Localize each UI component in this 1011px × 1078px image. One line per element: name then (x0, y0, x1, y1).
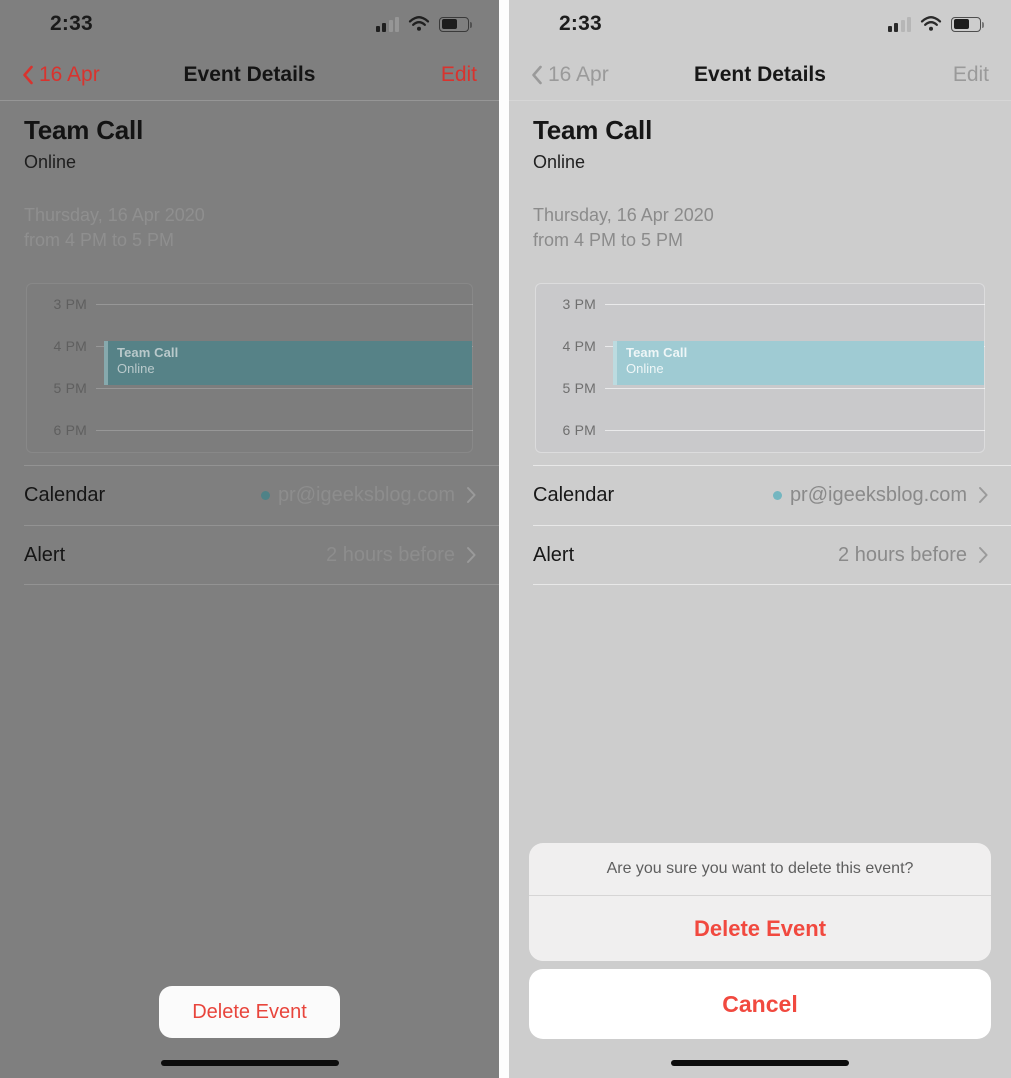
detail-rows-left: Calendar pr@igeeksblog.com Alert 2 hours… (0, 465, 499, 585)
chevron-right-icon (979, 547, 988, 563)
row-alert[interactable]: Alert 2 hours before (509, 525, 1011, 585)
detail-rows-right: Calendar pr@igeeksblog.com Alert 2 hours… (509, 465, 1011, 585)
page-title: Event Details (183, 62, 316, 86)
row-value-group: 2 hours before (326, 544, 477, 567)
timeline-gridline (96, 429, 473, 431)
event-datetime: Thursday, 16 Apr 2020 from 4 PM to 5 PM (533, 203, 1011, 253)
battery-icon (439, 16, 473, 32)
timeline-event-block[interactable]: Team Call Online (104, 341, 472, 385)
status-bar-time: 2:33 (559, 12, 602, 35)
confirm-delete-event-button[interactable]: Delete Event (529, 896, 991, 961)
mini-timeline[interactable]: 3 PM 4 PM 5 PM 6 PM Team Call Online (26, 283, 473, 453)
row-label: Alert (24, 543, 66, 566)
timeline-event-subtitle: Online (626, 361, 664, 376)
event-details-content-left: Team Call Online Thursday, 16 Apr 2020 f… (0, 101, 499, 585)
timeline-hour-label: 6 PM (562, 422, 596, 438)
timeline-gridline (605, 387, 985, 389)
calendar-color-dot-icon (772, 490, 782, 500)
cancel-button[interactable]: Cancel (529, 969, 991, 1039)
cellular-bars-icon (887, 16, 911, 32)
panel-divider (499, 0, 509, 1078)
event-location: Online (24, 152, 77, 172)
status-bar-indicators (375, 16, 473, 32)
row-value: pr@igeeksblog.com (789, 483, 967, 506)
row-value: 2 hours before (838, 543, 967, 566)
phone-screen-left: 2:33 16 Apr Event Details Edit Team Call… (0, 0, 499, 1078)
event-time-line: from 4 PM to 5 PM (24, 230, 175, 250)
navigation-bar-left: 16 Apr Event Details Edit (0, 48, 499, 101)
event-date-line: Thursday, 16 Apr 2020 (533, 205, 714, 225)
timeline-hour-label: 4 PM (53, 338, 87, 354)
row-label: Calendar (533, 483, 615, 506)
event-title: Team Call (533, 115, 653, 145)
row-calendar[interactable]: Calendar pr@igeeksblog.com (509, 465, 1011, 525)
wifi-icon (408, 16, 430, 31)
timeline-event-block[interactable]: Team Call Online (613, 341, 984, 385)
status-bar-right: 2:33 (509, 0, 1011, 48)
chevron-right-icon (979, 487, 988, 503)
event-details-content-right: Team Call Online Thursday, 16 Apr 2020 f… (509, 101, 1011, 585)
timeline-gridline (605, 303, 985, 305)
timeline-event-title: Team Call (626, 345, 688, 360)
timeline-hour-label: 5 PM (562, 380, 596, 396)
timeline-row: 6 PM (26, 409, 473, 451)
calendar-color-dot-icon (260, 490, 270, 500)
home-indicator[interactable] (160, 1060, 339, 1066)
row-value-group: pr@igeeksblog.com (260, 483, 477, 507)
row-value: pr@igeeksblog.com (277, 483, 455, 506)
timeline-row: 3 PM (535, 283, 985, 325)
timeline-hour-label: 3 PM (562, 296, 596, 312)
delete-event-button[interactable]: Delete Event (159, 986, 340, 1038)
timeline-row: 3 PM (26, 283, 473, 325)
chevron-right-icon (467, 547, 476, 563)
action-sheet-message: Are you sure you want to delete this eve… (529, 843, 991, 896)
timeline-row: 6 PM (535, 409, 985, 451)
timeline-event-subtitle: Online (117, 361, 155, 376)
row-value-group: 2 hours before (838, 544, 989, 567)
row-alert[interactable]: Alert 2 hours before (0, 525, 499, 585)
status-bar-time: 2:33 (50, 12, 93, 35)
status-bar-left: 2:33 (0, 0, 499, 48)
timeline-hour-label: 4 PM (562, 338, 596, 354)
battery-icon (951, 16, 985, 32)
screenshot-stage: 2:33 16 Apr Event Details Edit Team Call… (0, 0, 1011, 1078)
timeline-hour-label: 6 PM (53, 422, 87, 438)
row-label: Calendar (24, 483, 106, 506)
home-indicator[interactable] (671, 1060, 849, 1066)
event-title: Team Call (24, 115, 144, 145)
timeline-gridline (605, 429, 985, 431)
phone-screen-right: 2:33 16 Apr Event Details Edit Team Call… (509, 0, 1011, 1078)
navigation-bar-right: 16 Apr Event Details Edit (509, 48, 1011, 101)
row-value: 2 hours before (326, 543, 455, 566)
timeline-gridline (96, 303, 473, 305)
row-calendar[interactable]: Calendar pr@igeeksblog.com (0, 465, 499, 525)
event-date-line: Thursday, 16 Apr 2020 (24, 205, 205, 225)
timeline-hour-label: 5 PM (53, 380, 87, 396)
cellular-bars-icon (375, 16, 399, 32)
event-time-line: from 4 PM to 5 PM (533, 230, 684, 250)
timeline-hour-label: 3 PM (53, 296, 87, 312)
chevron-right-icon (467, 487, 476, 503)
event-datetime: Thursday, 16 Apr 2020 from 4 PM to 5 PM (24, 203, 499, 253)
row-value-group: pr@igeeksblog.com (772, 483, 989, 507)
delete-confirmation-action-sheet: Are you sure you want to delete this eve… (529, 843, 991, 961)
timeline-gridline (96, 387, 473, 389)
mini-timeline[interactable]: 3 PM 4 PM 5 PM 6 PM Team Call Online (535, 283, 985, 453)
timeline-event-title: Team Call (117, 345, 179, 360)
event-location: Online (533, 152, 586, 172)
status-bar-indicators (887, 16, 985, 32)
page-title: Event Details (694, 62, 826, 86)
row-label: Alert (533, 543, 575, 566)
wifi-icon (920, 16, 942, 31)
